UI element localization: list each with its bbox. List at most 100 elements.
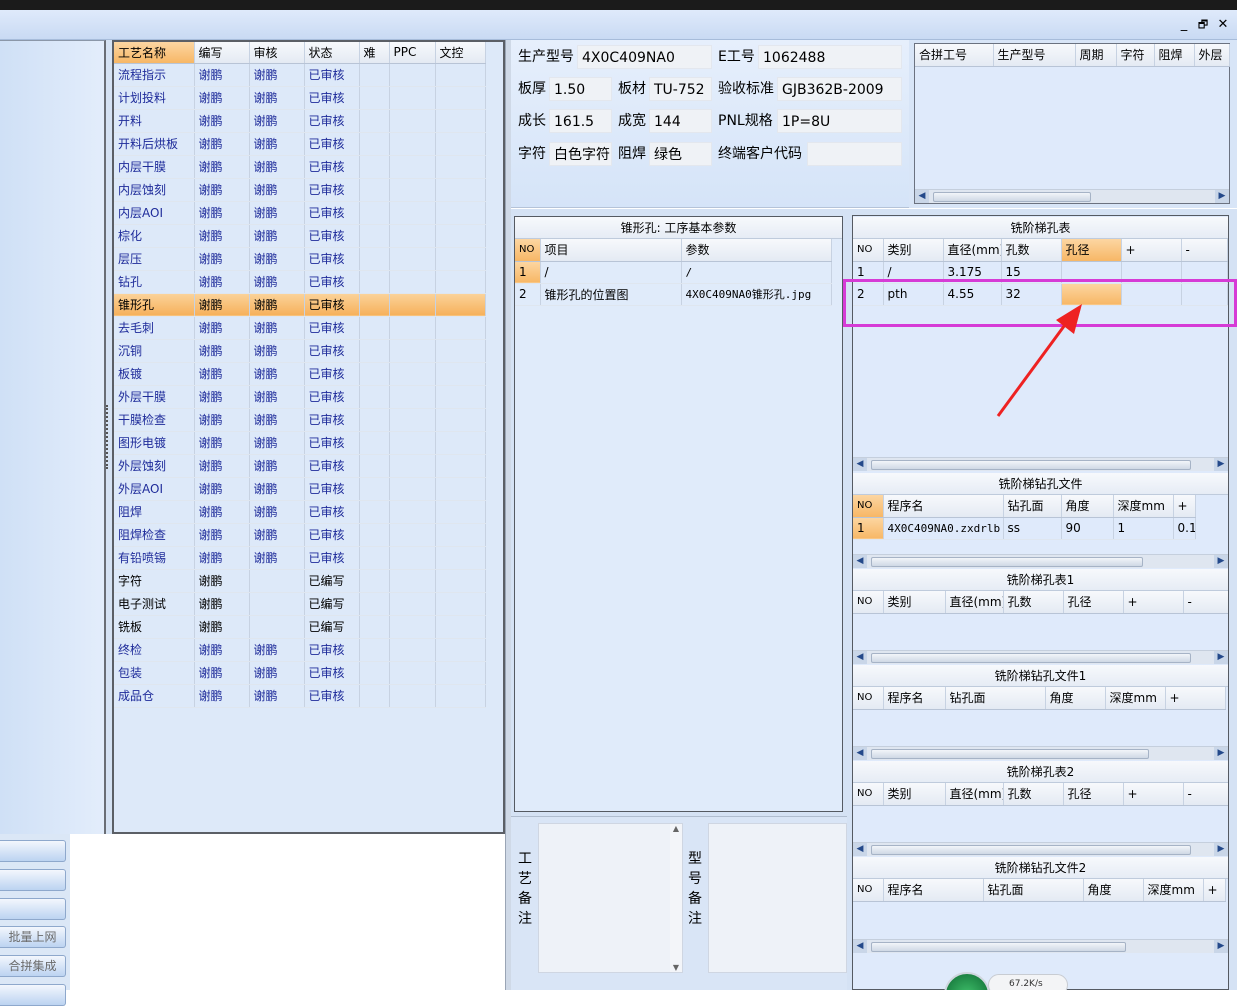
step-hole1-col-header-1[interactable]: 类别 xyxy=(883,591,946,614)
step-hole2-col-header-5[interactable]: + xyxy=(1123,783,1184,806)
process-col-header-3[interactable]: 状态 xyxy=(304,42,360,64)
process-col-header-1[interactable]: 编写 xyxy=(194,42,250,64)
process-col-header-0[interactable]: 工艺名称 xyxy=(114,42,195,64)
step-hole2-col-header-3[interactable]: 孔数 xyxy=(1003,783,1064,806)
eno-field[interactable]: 1062488 xyxy=(758,45,902,69)
process-row[interactable]: 外层干膜 谢鹏 谢鹏 已审核 xyxy=(114,385,486,409)
process-row[interactable]: 阻焊 谢鹏 谢鹏 已审核 xyxy=(114,500,486,524)
scroll-right-icon[interactable]: ▶ xyxy=(1214,843,1228,856)
process-row[interactable]: 开料 谢鹏 谢鹏 已审核 xyxy=(114,109,486,133)
process-row[interactable]: 字符 谢鹏 已编写 xyxy=(114,569,486,593)
step-hole-col-header-6[interactable]: - xyxy=(1181,239,1228,262)
prod-model-field[interactable]: 4X0C409NA0 xyxy=(577,45,712,69)
step-drill2-col-header-4[interactable]: 深度mm xyxy=(1143,879,1204,902)
step-hole2-col-header-2[interactable]: 直径(mm) xyxy=(945,783,1004,806)
note-scrollbar[interactable]: ▲ ▼ xyxy=(670,824,682,972)
step-drill1-col-header-1[interactable]: 程序名 xyxy=(883,687,946,710)
step-hole-col-header-0[interactable]: NO xyxy=(853,239,884,262)
side-button-1[interactable] xyxy=(0,840,66,862)
process-row[interactable]: 流程指示 谢鹏 谢鹏 已审核 xyxy=(114,63,486,87)
step-drill2-col-header-1[interactable]: 程序名 xyxy=(883,879,984,902)
process-row[interactable]: 阻焊检查 谢鹏 谢鹏 已审核 xyxy=(114,523,486,547)
step-drill-col-header-3[interactable]: 角度 xyxy=(1061,495,1114,518)
process-row[interactable]: 开料后烘板 谢鹏 谢鹏 已审核 xyxy=(114,132,486,156)
process-row[interactable]: 内层AOI 谢鹏 谢鹏 已审核 xyxy=(114,201,486,225)
step-hole1-hscrollbar[interactable]: ◀ ▶ xyxy=(853,650,1228,664)
process-note-textarea[interactable]: ▲ ▼ xyxy=(538,823,683,973)
scroll-thumb[interactable] xyxy=(871,460,1191,470)
step-drill-col-header-4[interactable]: 深度mm xyxy=(1113,495,1174,518)
scroll-left-icon[interactable]: ◀ xyxy=(853,940,867,953)
process-row[interactable]: 去毛刺 谢鹏 谢鹏 已审核 xyxy=(114,316,486,340)
length-field[interactable]: 161.5 xyxy=(549,109,612,133)
process-row[interactable]: 板镀 谢鹏 谢鹏 已审核 xyxy=(114,362,486,386)
merge-col-header-0[interactable]: 合拼工号 xyxy=(915,44,994,67)
step-drill2-col-header-2[interactable]: 钻孔面 xyxy=(983,879,1084,902)
step-drill2-hscrollbar[interactable]: ◀ ▶ xyxy=(853,939,1228,953)
scroll-thumb[interactable] xyxy=(871,942,1126,952)
merge-col-header-1[interactable]: 生产型号 xyxy=(993,44,1076,67)
scroll-left-icon[interactable]: ◀ xyxy=(853,458,867,471)
process-row[interactable]: 电子测试 谢鹏 已编写 xyxy=(114,592,486,616)
step-hole2-col-header-6[interactable]: - xyxy=(1183,783,1228,806)
splitter-grip[interactable] xyxy=(106,405,111,469)
step-hole-col-header-3[interactable]: 孔数 xyxy=(1001,239,1062,262)
step-hole1-col-header-5[interactable]: + xyxy=(1123,591,1184,614)
side-button-2[interactable] xyxy=(0,869,66,891)
step-hole-col-header-2[interactable]: 直径(mm) xyxy=(943,239,1002,262)
char-field[interactable]: 白色字符 xyxy=(549,142,612,166)
restore-button[interactable]: 🗗 xyxy=(1194,16,1212,34)
step-hole2-col-header-0[interactable]: NO xyxy=(853,783,884,806)
step-drill1-col-header-3[interactable]: 角度 xyxy=(1045,687,1106,710)
material-field[interactable]: TU-752 xyxy=(649,77,712,101)
step-drill-col-header-2[interactable]: 钻孔面 xyxy=(1003,495,1062,518)
process-row[interactable]: 包装 谢鹏 谢鹏 已审核 xyxy=(114,661,486,685)
process-col-header-2[interactable]: 审核 xyxy=(249,42,305,64)
process-row[interactable]: 沉铜 谢鹏 谢鹏 已审核 xyxy=(114,339,486,363)
step-drill1-hscrollbar[interactable]: ◀ ▶ xyxy=(853,746,1228,760)
process-row[interactable]: 钻孔 谢鹏 谢鹏 已审核 xyxy=(114,270,486,294)
side-button-6[interactable] xyxy=(0,984,66,1006)
process-row[interactable]: 干膜检查 谢鹏 谢鹏 已审核 xyxy=(114,408,486,432)
params-col-header-1[interactable]: 项目 xyxy=(540,239,682,262)
process-row[interactable]: 外层AOI 谢鹏 谢鹏 已审核 xyxy=(114,477,486,501)
scroll-right-icon[interactable]: ▶ xyxy=(1214,555,1228,568)
params-row[interactable]: 2 锥形孔的位置图 4X0C409NA0锥形孔.jpg xyxy=(515,283,832,306)
side-button-3[interactable] xyxy=(0,898,66,920)
scroll-right-icon[interactable]: ▶ xyxy=(1214,747,1228,760)
step-hole1-col-header-4[interactable]: 孔径 xyxy=(1063,591,1124,614)
step-drill1-col-header-5[interactable]: + xyxy=(1165,687,1226,710)
params-row[interactable]: 1// xyxy=(515,261,832,284)
scroll-thumb[interactable] xyxy=(871,749,1149,759)
width-field[interactable]: 144 xyxy=(649,109,712,133)
process-row[interactable]: 内层蚀刻 谢鹏 谢鹏 已审核 xyxy=(114,178,486,202)
side-button-4[interactable]: 批量上网 xyxy=(0,926,66,948)
step-drill2-col-header-3[interactable]: 角度 xyxy=(1083,879,1144,902)
model-note-textarea[interactable] xyxy=(708,823,847,973)
process-col-header-5[interactable]: PPC xyxy=(389,42,436,64)
process-row[interactable]: 层压 谢鹏 谢鹏 已审核 xyxy=(114,247,486,271)
scroll-left-icon[interactable]: ◀ xyxy=(915,190,929,203)
process-col-header-4[interactable]: 难 xyxy=(359,42,390,64)
pnl-field[interactable]: 1P=8U xyxy=(777,109,902,133)
step-drill-col-header-5[interactable]: + xyxy=(1173,495,1196,518)
step-hole2-col-header-1[interactable]: 类别 xyxy=(883,783,946,806)
step-drill1-col-header-2[interactable]: 钻孔面 xyxy=(945,687,1046,710)
step-hole2-hscrollbar[interactable]: ◀ ▶ xyxy=(853,842,1228,856)
step-hole-col-header-1[interactable]: 类别 xyxy=(883,239,944,262)
process-row[interactable]: 锥形孔 谢鹏 谢鹏 已审核 xyxy=(114,293,486,317)
process-row[interactable]: 成品仓 谢鹏 谢鹏 已审核 xyxy=(114,684,486,708)
step-drill2-col-header-0[interactable]: NO xyxy=(853,879,884,902)
scroll-right-icon[interactable]: ▶ xyxy=(1214,458,1228,471)
table-row[interactable]: 1 4X0C409NA0.zxdrlb ss 90 1 0.1 xyxy=(853,517,1196,540)
step-drill-col-header-0[interactable]: NO xyxy=(853,495,884,518)
scroll-thumb[interactable] xyxy=(871,845,1191,855)
step-drill1-col-header-0[interactable]: NO xyxy=(853,687,884,710)
scroll-thumb[interactable] xyxy=(871,653,1191,663)
side-button-5[interactable]: 合拼集成 xyxy=(0,955,66,977)
process-col-header-6[interactable]: 文控 xyxy=(435,42,486,64)
process-row[interactable]: 终检 谢鹏 谢鹏 已审核 xyxy=(114,638,486,662)
merge-col-header-4[interactable]: 阻焊 xyxy=(1154,44,1195,67)
step-hole2-col-header-4[interactable]: 孔径 xyxy=(1063,783,1124,806)
merge-hscrollbar[interactable]: ◀ ▶ xyxy=(915,189,1229,203)
